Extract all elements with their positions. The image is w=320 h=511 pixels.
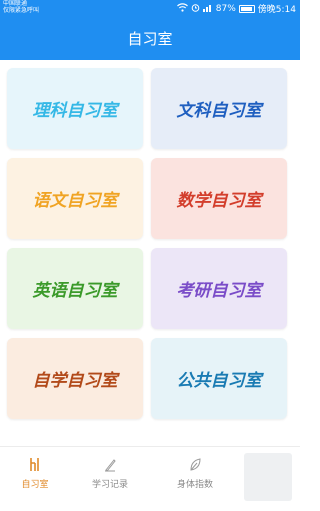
alarm-icon [191, 3, 200, 15]
room-card-math[interactable]: 数学自习室 [151, 158, 287, 239]
room-card-english[interactable]: 英语自习室 [7, 248, 143, 329]
study-room-grid: 理科自习室 文科自习室 语文自习室 数学自习室 英语自习室 考研自习室 自学自习… [7, 68, 287, 419]
study-room-icon [0, 457, 70, 473]
watermark-block [244, 453, 292, 501]
room-card-public[interactable]: 公共自习室 [151, 338, 287, 419]
room-card-postgrad[interactable]: 考研自习室 [151, 248, 287, 329]
emergency-only-text: 仅限紧急呼叫 [3, 7, 40, 14]
room-card-chinese[interactable]: 语文自习室 [7, 158, 143, 239]
status-bar: 中国联通 仅限紧急呼叫 87% 傍晚5:14 [0, 0, 300, 18]
room-label: 理科自习室 [32, 101, 118, 121]
room-label: 考研自习室 [176, 281, 262, 301]
carrier-info: 中国联通 仅限紧急呼叫 [3, 0, 39, 14]
battery-percent: 87% [215, 3, 236, 14]
carrier-name: 中国联通 [3, 0, 28, 7]
room-card-liberal-arts[interactable]: 文科自习室 [151, 68, 287, 149]
tab-label: 学习记录 [91, 480, 128, 490]
pen-icon [75, 457, 145, 473]
room-label: 语文自习室 [32, 191, 118, 211]
room-label: 英语自习室 [32, 281, 118, 301]
tab-label: 自习室 [21, 480, 49, 490]
status-right: 87% 傍晚5:14 [176, 2, 296, 15]
room-label: 公共自习室 [176, 371, 262, 391]
signal-icon [202, 3, 213, 15]
tab-body-index[interactable]: 身体指数 [160, 447, 230, 511]
wifi-icon [176, 2, 188, 15]
tab-label: 身体指数 [176, 480, 213, 490]
room-card-science[interactable]: 理科自习室 [7, 68, 143, 149]
leaf-icon [160, 457, 230, 473]
page-title: 自习室 [127, 30, 173, 48]
room-label: 数学自习室 [176, 191, 262, 211]
clock: 傍晚5:14 [257, 5, 296, 15]
tab-study-records[interactable]: 学习记录 [75, 447, 145, 511]
room-label: 自学自习室 [32, 371, 118, 391]
tab-study-room[interactable]: 自习室 [0, 447, 70, 511]
room-label: 文科自习室 [176, 101, 262, 121]
room-card-self-study[interactable]: 自学自习室 [7, 338, 143, 419]
app-header: 自习室 [0, 18, 300, 60]
battery-icon [238, 4, 255, 13]
